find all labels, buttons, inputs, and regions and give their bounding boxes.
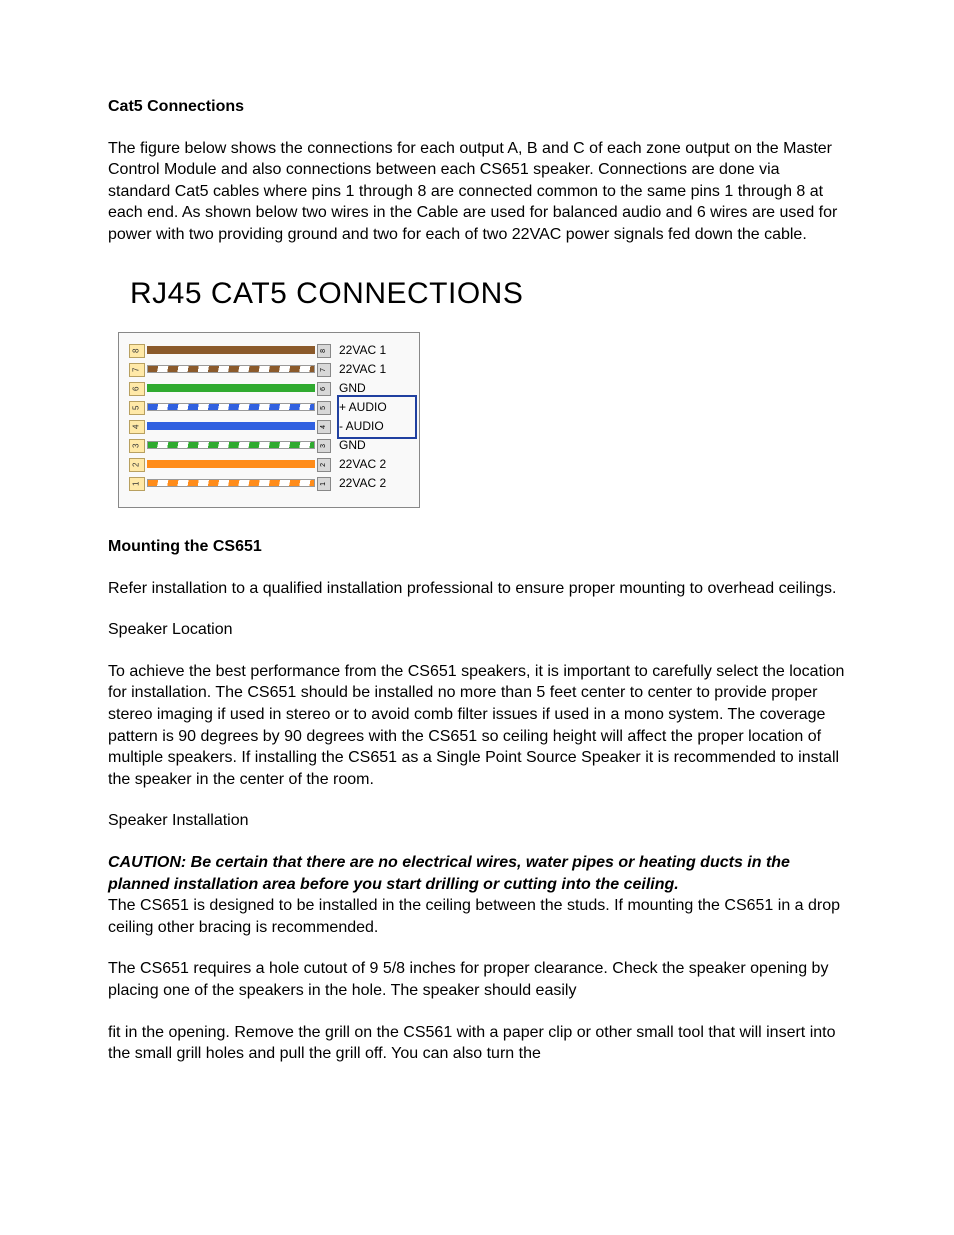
pin-number-left: 5 (129, 401, 145, 415)
paragraph-install-3: fit in the opening. Remove the grill on … (108, 1022, 846, 1065)
pin-number-left: 1 (129, 477, 145, 491)
wire (147, 346, 315, 356)
pin-number-right: 3 (317, 439, 331, 453)
pin-number-right: 8 (317, 344, 331, 358)
paragraph-install-2: The CS651 requires a hole cutout of 9 5/… (108, 958, 846, 1001)
heading-mounting: Mounting the CS651 (108, 536, 846, 558)
signal-label: 22VAC 2 (339, 475, 409, 491)
wire (147, 441, 315, 451)
wire (147, 479, 315, 489)
signal-label: 22VAC 1 (339, 361, 409, 377)
paragraph-install-1: The CS651 is designed to be installed in… (108, 895, 846, 938)
wire (147, 365, 315, 375)
pin-row-8: 8 8 22VAC 1 (129, 341, 409, 360)
signal-label: 22VAC 1 (339, 342, 409, 358)
pin-row-7: 7 7 22VAC 1 (129, 360, 409, 379)
rj45-diagram: 8 8 22VAC 1 7 7 22VAC 1 6 6 GND 5 5 + AUDIO 4 4 - AUDI… (118, 332, 846, 508)
pin-number-left: 3 (129, 439, 145, 453)
wire (147, 460, 315, 470)
signal-label: GND (339, 380, 409, 396)
pin-number-left: 8 (129, 344, 145, 358)
pin-number-left: 6 (129, 382, 145, 396)
paragraph-intro: The figure below shows the connections f… (108, 138, 846, 246)
paragraph-speaker-location: To achieve the best performance from the… (108, 661, 846, 791)
pin-row-2: 2 2 22VAC 2 (129, 455, 409, 474)
pin-number-right: 7 (317, 363, 331, 377)
pin-number-left: 4 (129, 420, 145, 434)
wire (147, 422, 315, 432)
pin-row-5: 5 5 + AUDIO (129, 398, 409, 417)
signal-label: + AUDIO (339, 399, 409, 415)
pin-row-6: 6 6 GND (129, 379, 409, 398)
pin-number-right: 4 (317, 420, 331, 434)
signal-label: GND (339, 437, 409, 453)
wire (147, 384, 315, 394)
caution-text: CAUTION: Be certain that there are no el… (108, 854, 790, 893)
pin-number-right: 5 (317, 401, 331, 415)
pin-number-right: 1 (317, 477, 331, 491)
signal-label: 22VAC 2 (339, 456, 409, 472)
pin-row-3: 3 3 GND (129, 436, 409, 455)
wire (147, 403, 315, 413)
pin-number-left: 7 (129, 363, 145, 377)
diagram-title: RJ45 CAT5 CONNECTIONS (130, 274, 846, 315)
subheading-speaker-installation: Speaker Installation (108, 810, 846, 832)
pin-row-1: 1 1 22VAC 2 (129, 474, 409, 493)
pin-number-right: 2 (317, 458, 331, 472)
heading-cat5-connections: Cat5 Connections (108, 96, 846, 118)
pin-number-right: 6 (317, 382, 331, 396)
paragraph-mounting-intro: Refer installation to a qualified instal… (108, 578, 846, 600)
signal-label: - AUDIO (339, 418, 409, 434)
pin-row-4: 4 4 - AUDIO (129, 417, 409, 436)
pin-number-left: 2 (129, 458, 145, 472)
subheading-speaker-location: Speaker Location (108, 619, 846, 641)
